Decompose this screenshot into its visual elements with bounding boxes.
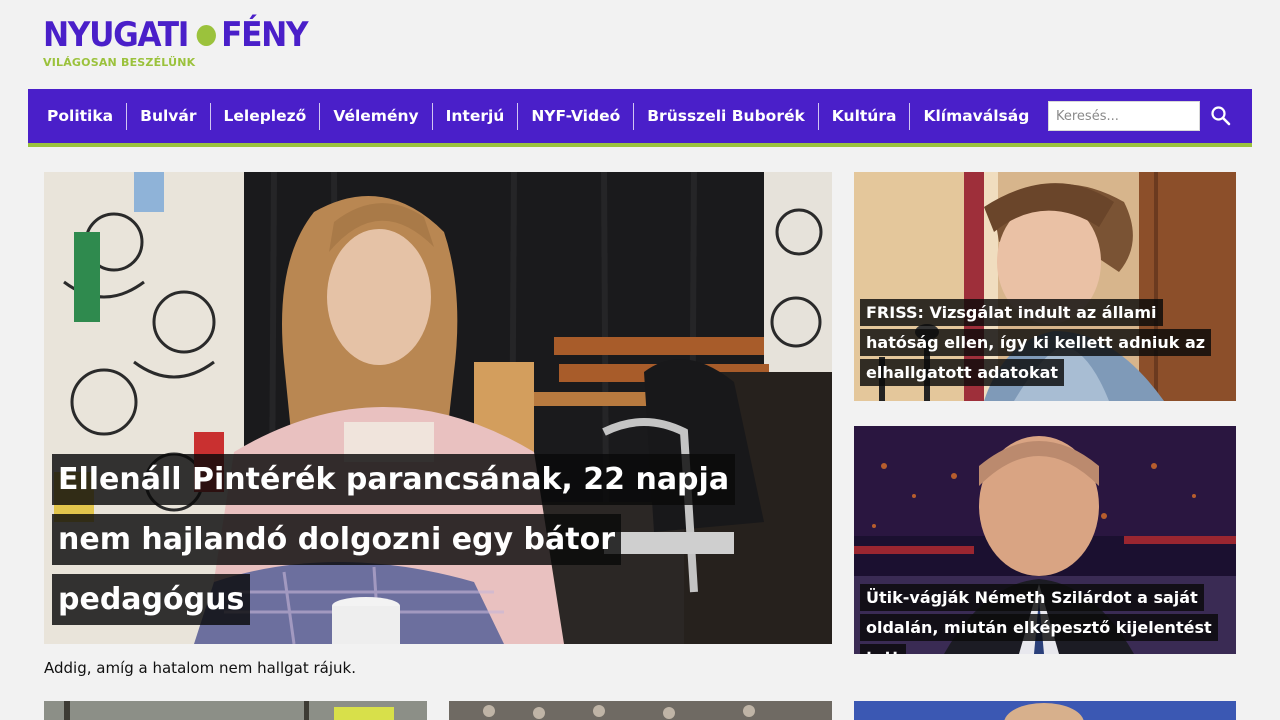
- nav-item-leleplezo[interactable]: Leleplező: [209, 102, 320, 130]
- site-logo[interactable]: NYUGATI FÉNY VILÁGOSAN BESZÉLÜNK: [43, 16, 343, 72]
- nav-item-interju[interactable]: Interjú: [431, 102, 518, 130]
- logo-name-right: FÉNY: [221, 15, 308, 55]
- nav-item-nyf-video[interactable]: NYF-Videó: [517, 102, 633, 130]
- side-article-card-2[interactable]: Ütik-vágják Németh Szilárdot a saját old…: [854, 426, 1236, 654]
- main-navigation: Politika Bulvár Leleplező Vélemény Inter…: [28, 89, 1252, 147]
- side-article-card-1[interactable]: FRISS: Vizsgálat indult az állami hatósá…: [854, 172, 1236, 401]
- bottom-article-thumbnail-1[interactable]: [44, 701, 427, 720]
- side-article-title-2[interactable]: Ütik-vágják Németh Szilárdot a saját old…: [860, 583, 1225, 654]
- logo-wordmark: NYUGATI FÉNY: [43, 16, 319, 54]
- featured-article-lead: Addig, amíg a hatalom nem hallgat rájuk.: [44, 659, 356, 677]
- search-button[interactable]: [1209, 104, 1233, 128]
- logo-tagline: VILÁGOSAN BESZÉLÜNK: [43, 56, 196, 69]
- nav-item-velemeny[interactable]: Vélemény: [319, 102, 431, 130]
- nav-item-bulvar[interactable]: Bulvár: [126, 102, 209, 130]
- featured-article[interactable]: Ellenáll Pintérék parancsának, 22 napja …: [44, 172, 832, 644]
- nav-item-kultura[interactable]: Kultúra: [817, 102, 910, 130]
- logo-dot-icon: [196, 24, 216, 46]
- logo-name-left: NYUGATI: [43, 15, 189, 55]
- nav-item-brusszeli-buborek[interactable]: Brüsszeli Buborék: [633, 102, 818, 130]
- nav-menu: Politika Bulvár Leleplező Vélemény Inter…: [28, 89, 1042, 143]
- bottom-article-thumbnail-2[interactable]: [449, 701, 832, 720]
- nav-item-politika[interactable]: Politika: [34, 103, 126, 130]
- bottom-article-thumbnail-3[interactable]: [854, 701, 1236, 720]
- search-input[interactable]: [1048, 101, 1200, 131]
- search-icon: [1211, 106, 1231, 126]
- featured-article-title[interactable]: Ellenáll Pintérék parancsának, 22 napja …: [52, 450, 752, 630]
- side-article-title-1[interactable]: FRISS: Vizsgálat indult az állami hatósá…: [860, 298, 1225, 388]
- nav-item-klimavalsag[interactable]: Klímaválság: [909, 102, 1042, 130]
